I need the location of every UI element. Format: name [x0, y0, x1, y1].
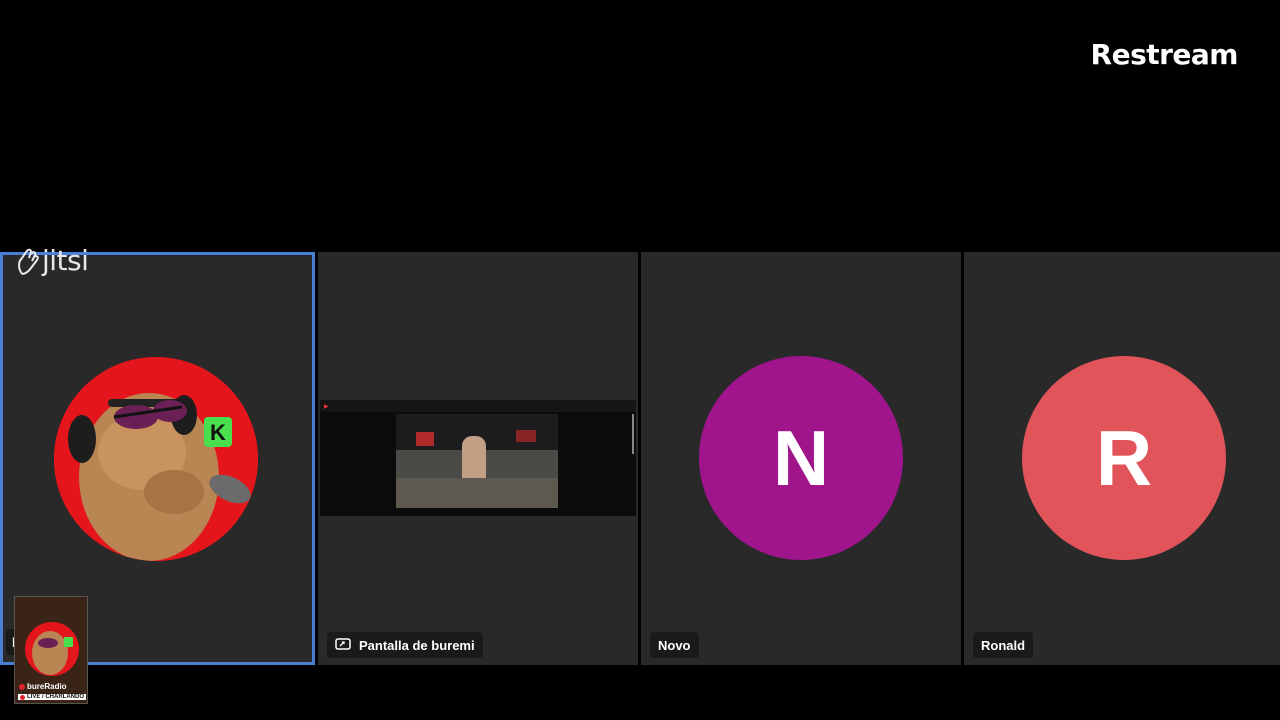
youtube-logo-icon: ▶ [324, 403, 329, 410]
live-status-label: LIVE / CHARLANDO [18, 694, 86, 700]
live-dot-icon [19, 683, 25, 690]
participant-name: Novo [658, 637, 691, 653]
shared-video-frame [396, 414, 558, 508]
alf-avatar-icon: K [54, 357, 258, 561]
screen-share-scrollbar [632, 414, 634, 454]
screen-share-toolbar: ▶ [320, 400, 636, 412]
avatar-initial: R [1095, 413, 1153, 502]
participant-name: Ronald [981, 637, 1026, 653]
participant-avatar-initial: R [1022, 356, 1226, 560]
channel-overlay-card: bureRadio LIVE / CHARLANDO [14, 596, 88, 704]
participant-tile-2[interactable]: ▶ Pantalla de buremi [318, 252, 638, 665]
participant-tile-4[interactable]: R Ronald [964, 252, 1280, 665]
live-status-text: LIVE / CHARLANDO [27, 694, 84, 700]
channel-name: bureRadio [27, 682, 67, 691]
screen-share-preview: ▶ [320, 400, 636, 516]
channel-name-label: bureRadio [19, 682, 67, 691]
screen-share-icon [335, 638, 351, 650]
participant-name-tag: Novo [650, 632, 699, 658]
participant-name-tag: Pantalla de buremi [327, 632, 483, 658]
restream-logo: Restream [1090, 38, 1239, 71]
participant-name-tag: Ronald [973, 632, 1034, 658]
participant-name: Pantalla de buremi [359, 637, 475, 653]
svg-text:K: K [210, 420, 226, 445]
participant-avatar-initial: N [699, 356, 903, 560]
participant-avatar-image: K [54, 357, 258, 561]
jitsi-hand-icon [18, 248, 39, 275]
jitsi-logo-text: jitsi [42, 244, 89, 277]
channel-avatar-icon [25, 622, 79, 676]
participant-tile-3[interactable]: N Novo [641, 252, 961, 665]
jitsi-watermark: jitsi [16, 244, 89, 277]
live-indicator-icon [20, 694, 25, 700]
avatar-initial: N [772, 413, 830, 502]
